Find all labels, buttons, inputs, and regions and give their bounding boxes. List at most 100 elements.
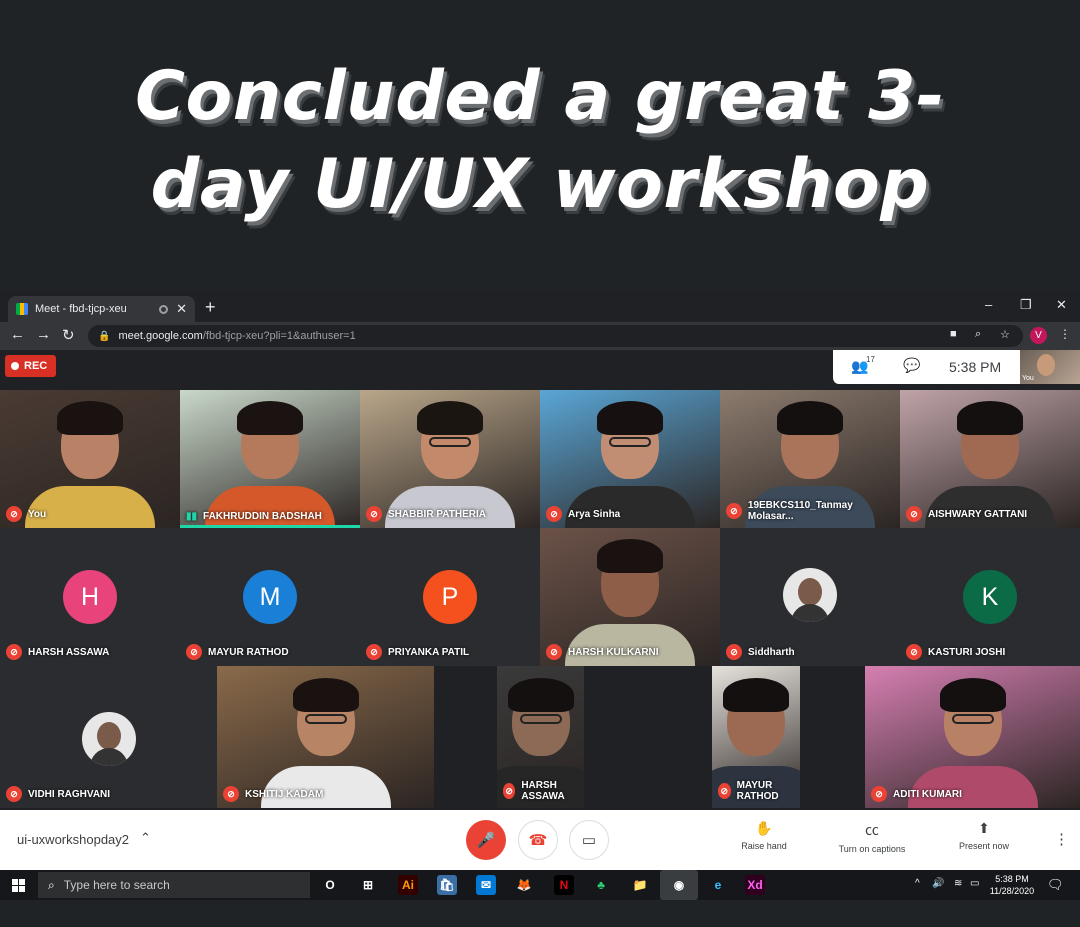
raise-hand-button[interactable]: ✋ Raise hand (735, 820, 793, 851)
participant-tile[interactable]: H ⊘ HARSH ASSAWA (0, 528, 180, 666)
participant-face (507, 677, 574, 756)
url-path: /fbd-tjcp-xeu?pli=1&authuser=1 (202, 330, 356, 342)
captions-button[interactable]: ㏄ Turn on captions (830, 820, 914, 854)
participant-tile[interactable]: ⊘ Arya Sinha (540, 390, 720, 528)
taskbar-app-icon[interactable]: Xd (745, 875, 765, 895)
profile-avatar[interactable]: V (1030, 327, 1047, 344)
glasses (951, 713, 994, 724)
present-label: Present now (958, 841, 1010, 851)
chevron-up-icon[interactable]: ⌃ (140, 830, 151, 846)
camera-icon[interactable]: ■ (950, 328, 957, 340)
minimize-button[interactable]: – (985, 297, 992, 312)
participant-name: HARSH ASSAWA (521, 780, 565, 802)
more-options-icon[interactable]: ⋮ (1054, 830, 1069, 848)
meeting-code[interactable]: ui-uxworkshopday2 (17, 832, 129, 847)
participant-tile[interactable]: ▮▮ FAKHRUDDIN BADSHAH (180, 390, 360, 528)
participant-hair (939, 677, 1006, 712)
tab-close-icon[interactable]: ✕ (176, 301, 187, 317)
taskbar-app-icon[interactable]: ⊞ (358, 875, 378, 895)
browser-tab[interactable]: Meet - fbd-tjcp-xeu ✕ (8, 296, 195, 322)
participant-name: MAYUR RATHOD (736, 780, 779, 802)
back-icon[interactable]: ← (10, 326, 25, 343)
taskbar-app-icon[interactable]: 🦊 (514, 875, 534, 895)
participant-name: KASTURI JOSHI (928, 646, 1006, 658)
wifi-icon[interactable]: ≋ (954, 878, 962, 889)
avatar-photo (783, 568, 837, 622)
participant-name-label: ⊘ AISHWARY GATTANI (906, 506, 1027, 522)
participant-name: HARSH ASSAWA (28, 646, 110, 658)
hand-icon: ✋ (755, 820, 773, 836)
taskbar-app-icon[interactable]: 📁 (630, 875, 650, 895)
self-view-thumbnail[interactable]: You (1020, 350, 1080, 384)
taskbar-search-input[interactable]: ⌕ Type here to search (38, 872, 310, 898)
mic-muted-icon: ⊘ (186, 644, 202, 660)
browser-menu-icon[interactable]: ⋮ (1059, 327, 1071, 341)
mic-muted-icon: ⊘ (223, 786, 239, 802)
participant-name-label: ⊘ 19EBKCS110_Tanmay Molasar... (726, 500, 900, 522)
new-tab-button[interactable]: + (205, 297, 216, 318)
tray-chevron-icon[interactable]: ^ (915, 878, 920, 889)
notification-icon[interactable]: 🗨 (1047, 877, 1064, 893)
participant-name-label: ⊘ ADITI KUMARI (871, 786, 962, 802)
bookmark-star-icon[interactable]: ☆ (1000, 328, 1010, 341)
taskbar-clock[interactable]: 5:38 PM 11/28/2020 (984, 873, 1040, 897)
participant-face (777, 401, 843, 480)
participant-tile[interactable]: ⊘ VIDHI RAGHVANI (0, 666, 217, 808)
participant-name: AISHWARY GATTANI (928, 508, 1028, 520)
hang-up-button[interactable]: ☎ (518, 820, 558, 860)
taskbar-app-icon[interactable]: e (708, 875, 728, 895)
taskbar-app-icon[interactable]: ✉ (476, 875, 496, 895)
close-window-button[interactable]: ✕ (1056, 297, 1067, 313)
participant-tile[interactable]: ⊘ ADITI KUMARI (865, 666, 1080, 808)
volume-icon[interactable]: 🔊 (932, 878, 944, 889)
screenshot: Concluded a great 3-day UI/UX workshop M… (0, 0, 1080, 927)
taskbar-app-icon[interactable]: 🛍 (437, 875, 457, 895)
participant-tile[interactable]: ⊘ HARSH ASSAWA (497, 666, 584, 808)
participant-tile[interactable]: ⊘ You (0, 390, 180, 528)
mic-off-icon: 🎤 (476, 832, 496, 849)
maximize-button[interactable]: ❐ (1020, 297, 1032, 313)
taskbar-app-icon[interactable]: N (554, 875, 574, 895)
taskbar-app-icon[interactable]: ♣ (591, 875, 611, 895)
participant-tile[interactable]: ⊘ AISHWARY GATTANI (900, 390, 1080, 528)
participant-face (939, 677, 1006, 756)
avatar-initial: H (63, 570, 117, 624)
participant-tile[interactable]: P ⊘ PRIYANKA PATIL (360, 528, 540, 666)
participant-tile[interactable]: ⊘ KSHITIJ KADAM (217, 666, 434, 808)
participant-face (237, 401, 303, 480)
mic-muted-icon: ⊘ (546, 506, 562, 522)
participant-tile[interactable]: ⊘ 19EBKCS110_Tanmay Molasar... (720, 390, 900, 528)
participant-name: PRIYANKA PATIL (388, 646, 470, 658)
participant-tile[interactable]: ⊘ Siddharth (720, 528, 900, 666)
participant-tile[interactable]: ⊘ HARSH KULKARNI (540, 528, 720, 666)
raise-hand-label: Raise hand (741, 841, 787, 851)
participant-name-label: ⊘ Arya Sinha (546, 506, 620, 522)
participant-face (957, 401, 1023, 480)
participant-tile[interactable]: K ⊘ KASTURI JOSHI (900, 528, 1080, 666)
taskbar-app-icon[interactable]: Ai (398, 875, 418, 895)
avatar-photo (81, 712, 136, 766)
audio-level-icon: ▮▮ (186, 511, 198, 522)
participant-name: VIDHI RAGHVANI (28, 788, 111, 800)
participant-tile[interactable]: ⊘ MAYUR RATHOD (712, 666, 800, 808)
url-field[interactable]: 🔒 meet.google.com /fbd-tjcp-xeu?pli=1&au… (88, 325, 1023, 347)
mute-button[interactable]: 🎤 (466, 820, 506, 860)
participant-tile[interactable]: M ⊘ MAYUR RATHOD (180, 528, 360, 666)
tab-title: Meet - fbd-tjcp-xeu (35, 303, 127, 315)
forward-icon[interactable]: → (36, 326, 51, 343)
reload-icon[interactable]: ↻ (62, 326, 75, 344)
zoom-icon[interactable]: ⌕ (975, 328, 981, 341)
search-placeholder: Type here to search (63, 878, 170, 892)
participant-name-label: ⊘ HARSH ASSAWA (503, 780, 584, 802)
taskbar-date: 11/28/2020 (989, 886, 1035, 896)
battery-icon[interactable]: ▭ (970, 878, 979, 889)
phone-hangup-icon: ☎ (528, 832, 548, 849)
participant-tile[interactable]: ⊘ SHABBIR PATHERIA (360, 390, 540, 528)
taskbar-app-icon[interactable]: O (320, 875, 340, 895)
present-now-button[interactable]: ⬆ Present now (950, 820, 1018, 851)
windows-start-icon[interactable] (12, 879, 25, 892)
chat-icon[interactable]: 💬 (903, 357, 920, 374)
participant-name: Siddharth (748, 646, 795, 658)
camera-button[interactable]: ▭ (569, 820, 609, 860)
taskbar-app-icon[interactable]: ◉ (660, 870, 698, 900)
